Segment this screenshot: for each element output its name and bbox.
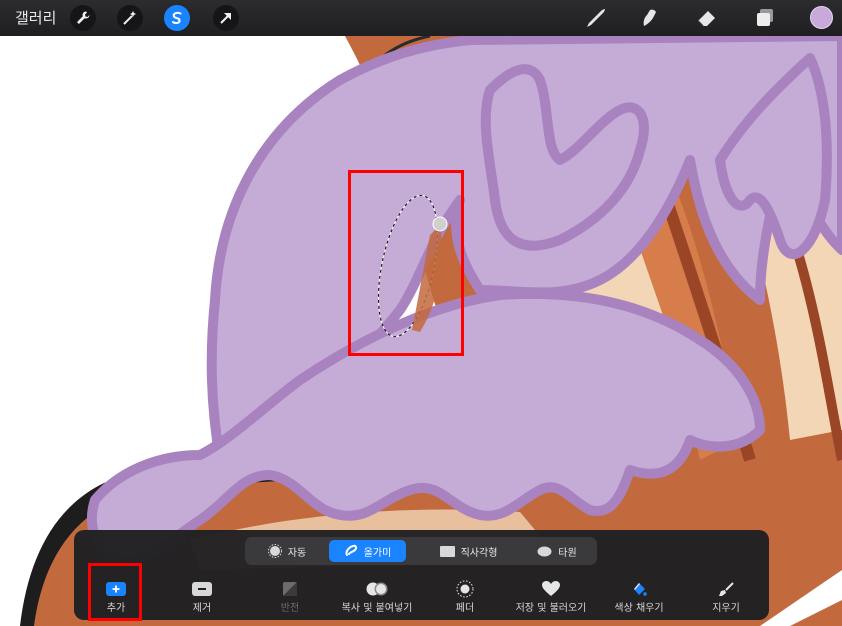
copy-paste-icon bbox=[366, 582, 388, 596]
tool-label: 저장 및 불러오기 bbox=[515, 603, 587, 614]
brush-button[interactable] bbox=[583, 6, 609, 30]
color-fill-icon bbox=[634, 583, 647, 596]
tool-save-load[interactable]: 저장 및 불러오기 bbox=[511, 580, 591, 616]
top-toolbar: 갤러리 bbox=[0, 0, 842, 36]
remove-icon bbox=[192, 582, 212, 596]
tool-feather[interactable]: 페더 bbox=[445, 580, 485, 616]
heart-icon bbox=[542, 581, 560, 596]
mode-label: 자동 bbox=[287, 547, 307, 559]
transform-button[interactable] bbox=[213, 5, 239, 31]
lasso-icon bbox=[345, 544, 357, 556]
tool-label: 복사 및 붙여넣기 bbox=[341, 603, 413, 614]
tool-color-fill[interactable]: 색상 채우기 bbox=[608, 580, 670, 616]
color-swatch-button[interactable] bbox=[810, 6, 833, 29]
mode-rectangle[interactable]: 직사각형 bbox=[426, 540, 511, 562]
magic-wand-icon bbox=[123, 11, 136, 25]
tool-copy-paste[interactable]: 복사 및 붙여넣기 bbox=[337, 580, 417, 616]
layers-button[interactable] bbox=[752, 6, 778, 30]
clear-icon bbox=[719, 582, 734, 596]
mode-label: 직사각형 bbox=[460, 547, 498, 559]
brush-icon bbox=[587, 9, 605, 27]
mode-label: 올가미 bbox=[363, 547, 392, 559]
transform-arrow-icon bbox=[220, 13, 231, 24]
tool-clear[interactable]: 지우기 bbox=[706, 580, 746, 616]
mode-ellipse[interactable]: 타원 bbox=[527, 540, 587, 562]
ellipse-icon bbox=[537, 546, 552, 556]
mode-label: 타원 bbox=[558, 547, 577, 559]
tool-remove[interactable]: 제거 bbox=[182, 580, 222, 616]
mode-lasso[interactable]: 올가미 bbox=[329, 540, 406, 562]
tool-invert[interactable]: 반전 bbox=[270, 580, 310, 616]
tool-label: 페더 bbox=[455, 603, 475, 614]
wrench-icon bbox=[77, 11, 90, 24]
add-tool-highlight-box bbox=[88, 563, 142, 621]
feather-icon bbox=[456, 580, 474, 598]
smudge-icon bbox=[643, 9, 656, 26]
selection-button[interactable] bbox=[164, 5, 190, 31]
mode-auto[interactable]: 자동 bbox=[252, 540, 322, 562]
tool-label: 지우기 bbox=[712, 603, 740, 614]
tool-label: 색상 채우기 bbox=[614, 603, 664, 614]
selection-highlight-box bbox=[348, 170, 464, 356]
adjustments-button[interactable] bbox=[117, 5, 143, 31]
wrench-button[interactable] bbox=[70, 5, 96, 31]
tool-label: 제거 bbox=[192, 603, 212, 614]
selection-icon bbox=[172, 11, 182, 25]
rectangle-icon bbox=[439, 545, 455, 557]
smudge-button[interactable] bbox=[637, 6, 663, 30]
tool-label: 반전 bbox=[280, 603, 300, 614]
invert-icon bbox=[283, 582, 297, 596]
eraser-button[interactable] bbox=[694, 6, 720, 30]
gallery-button[interactable]: 갤러리 bbox=[15, 8, 56, 28]
layers-icon bbox=[757, 9, 773, 26]
auto-icon bbox=[267, 544, 282, 558]
eraser-icon bbox=[697, 11, 715, 27]
